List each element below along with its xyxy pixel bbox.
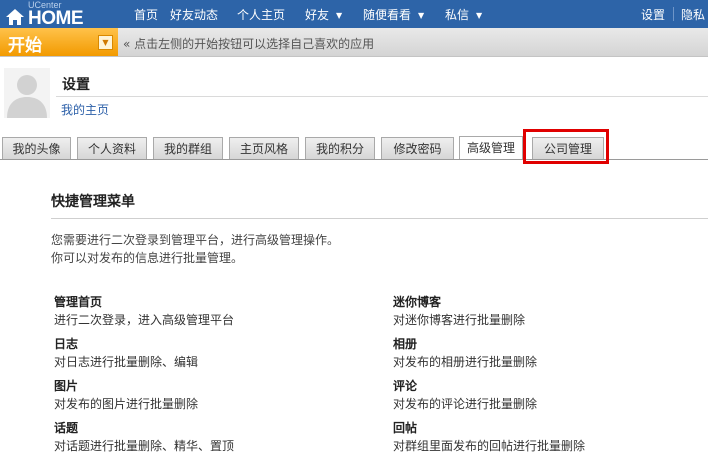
nav-privacy[interactable]: 隐私 (681, 6, 705, 23)
page-title: 设置 (62, 77, 90, 93)
topics-desc: 对话题进行批量删除、精华、置顶 (54, 439, 235, 453)
topics-link[interactable]: 话题 (54, 419, 78, 436)
start-button[interactable]: 开始 ▼ (0, 28, 118, 56)
nav-divider (673, 7, 674, 21)
admin-home-desc: 进行二次登录，进入高级管理平台 (54, 313, 235, 327)
mini-blog-desc: 对迷你博客进行批量删除 (393, 313, 526, 327)
top-navbar: UCenter HOME 首页 好友动态 个人主页 好友 ▼ 随便看看 ▼ 私信 ▼ … (0, 0, 708, 29)
logo-text: HOME (28, 8, 84, 29)
section-title: 快捷管理菜单 (51, 194, 135, 210)
chevron-down-icon[interactable]: ▼ (98, 35, 113, 50)
nav-messages[interactable]: 私信 ▼ (445, 6, 482, 23)
tab-change-password[interactable]: 修改密码 (381, 137, 454, 159)
tab-profile[interactable]: 个人资料 (77, 137, 147, 159)
tab-my-avatar[interactable]: 我的头像 (2, 137, 71, 159)
comments-link[interactable]: 评论 (393, 377, 417, 394)
albums-link[interactable]: 相册 (393, 335, 417, 352)
intro-text-1: 您需要进行二次登录到管理平台，进行高级管理操作。 (51, 233, 340, 247)
blog-link[interactable]: 日志 (54, 335, 78, 352)
tab-my-points[interactable]: 我的积分 (305, 137, 375, 159)
start-button-label: 开始 (8, 36, 42, 56)
avatar[interactable] (4, 68, 50, 118)
start-bar: 开始 ▼ « 点击左侧的开始按钮可以选择自己喜欢的应用 (0, 28, 708, 57)
admin-home-link[interactable]: 管理首页 (54, 293, 102, 310)
my-home-link[interactable]: 我的主页 (61, 101, 109, 118)
tab-theme[interactable]: 主页风格 (229, 137, 299, 159)
title-divider (56, 96, 708, 97)
user-silhouette-icon (4, 68, 50, 118)
photos-desc: 对发布的图片进行批量删除 (54, 397, 199, 411)
ucenter-home-logo[interactable]: UCenter HOME (6, 0, 96, 29)
section-divider (51, 218, 708, 219)
mini-blog-link[interactable]: 迷你博客 (393, 293, 441, 310)
blog-desc: 对日志进行批量删除、编辑 (54, 355, 199, 369)
highlight-box (523, 129, 609, 164)
nav-settings[interactable]: 设置 (641, 6, 665, 23)
nav-messages-label: 私信 (445, 8, 470, 22)
photos-link[interactable]: 图片 (54, 377, 78, 394)
nav-browse[interactable]: 随便看看 ▼ (363, 6, 424, 23)
nav-browse-label: 随便看看 (363, 8, 412, 22)
nav-personal-page[interactable]: 个人主页 (237, 6, 285, 23)
nav-friends[interactable]: 好友 ▼ (305, 6, 342, 23)
nav-friend-feed[interactable]: 好友动态 (170, 6, 218, 23)
tab-my-groups[interactable]: 我的群组 (153, 137, 223, 159)
replies-link[interactable]: 回帖 (393, 419, 417, 436)
start-hint-text: « 点击左侧的开始按钮可以选择自己喜欢的应用 (123, 37, 375, 51)
caret-down-icon: ▼ (418, 11, 425, 20)
caret-down-icon: ▼ (336, 11, 343, 20)
nav-friends-label: 好友 (305, 8, 330, 22)
comments-desc: 对发布的评论进行批量删除 (393, 397, 538, 411)
home-icon (6, 9, 24, 25)
nav-home[interactable]: 首页 (134, 6, 158, 23)
caret-down-icon: ▼ (476, 11, 483, 20)
intro-text-2: 你可以对发布的信息进行批量管理。 (51, 251, 244, 265)
replies-desc: 对群组里面发布的回帖进行批量删除 (393, 439, 586, 453)
tab-advanced-management[interactable]: 高级管理 (459, 136, 523, 160)
albums-desc: 对发布的相册进行批量删除 (393, 355, 538, 369)
